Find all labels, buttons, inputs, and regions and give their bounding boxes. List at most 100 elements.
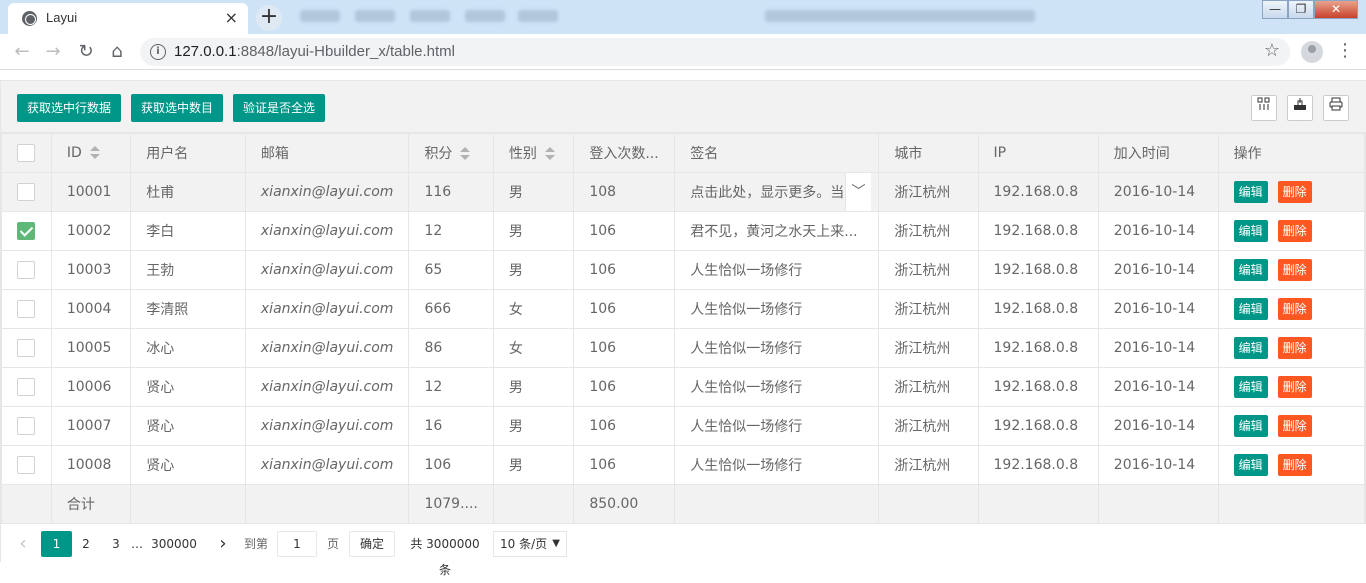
header-checkbox-cell[interactable] bbox=[1, 133, 52, 173]
cell-username: 贤心 bbox=[130, 406, 246, 446]
cell-sex: 女 bbox=[492, 328, 575, 368]
edit-button[interactable]: 编辑 bbox=[1233, 181, 1268, 203]
expand-cell-chevron-icon[interactable]: ﹀ bbox=[845, 173, 871, 211]
sort-icon[interactable] bbox=[89, 146, 100, 160]
table-row[interactable]: 10004 李清照 xianxin@layui.com 666 女 106 人生恰似一场修行… bbox=[1, 289, 1366, 329]
row-checkbox-cell[interactable] bbox=[1, 328, 52, 368]
maximize-button[interactable]: ❐ bbox=[1288, 0, 1314, 19]
close-tab-icon[interactable]: × bbox=[225, 8, 238, 27]
sort-icon[interactable] bbox=[460, 147, 471, 161]
get-checked-count-button[interactable]: 获取选中数目 bbox=[131, 94, 224, 122]
row-checkbox-cell[interactable] bbox=[1, 367, 52, 407]
menu-dots-icon[interactable]: ⋮ bbox=[1336, 40, 1354, 62]
table-row[interactable]: 10001 杜甫 xianxin@layui.com 116 男 108 点击此处，显示更多… bbox=[1, 172, 1366, 212]
cell-actions[interactable]: 编辑 删除 bbox=[1217, 289, 1366, 329]
page-size-select[interactable]: 10 条/页 ▼ bbox=[493, 531, 567, 557]
row-checkbox-cell[interactable] bbox=[1, 211, 52, 251]
get-checked-data-button[interactable]: 获取选中行数据 bbox=[17, 94, 122, 122]
cell-id: 10004 bbox=[50, 289, 132, 329]
delete-button[interactable]: 删除 bbox=[1277, 337, 1312, 359]
cell-actions[interactable]: 编辑 删除 bbox=[1217, 172, 1366, 212]
cell-actions[interactable]: 编辑 删除 bbox=[1217, 328, 1366, 368]
row-checkbox[interactable] bbox=[17, 261, 35, 279]
header-score[interactable]: 积分 bbox=[408, 133, 494, 173]
cell-ip: 192.168.0.8 bbox=[977, 406, 1099, 446]
last-page-button[interactable]: 300000 bbox=[147, 531, 201, 557]
export-icon[interactable] bbox=[1287, 95, 1313, 121]
info-icon[interactable]: i bbox=[150, 44, 166, 60]
table-row[interactable]: 10006 贤心 xianxin@layui.com 12 男 106 人生恰似一场修行 浙江… bbox=[1, 367, 1366, 407]
header-id[interactable]: ID bbox=[50, 133, 132, 173]
edit-button[interactable]: 编辑 bbox=[1233, 220, 1268, 242]
table-row[interactable]: 10007 贤心 xianxin@layui.com 16 男 106 人生恰似一场修行 浙江… bbox=[1, 406, 1366, 446]
filter-columns-icon[interactable] bbox=[1251, 95, 1277, 121]
delete-button[interactable]: 删除 bbox=[1277, 415, 1312, 437]
cell-actions[interactable]: 编辑 删除 bbox=[1217, 250, 1366, 290]
close-window-button[interactable]: ✕ bbox=[1314, 0, 1358, 19]
delete-button[interactable]: 删除 bbox=[1277, 220, 1312, 242]
goto-page-input[interactable]: 1 bbox=[277, 531, 317, 557]
total-empty-cell bbox=[1097, 484, 1219, 524]
delete-button[interactable]: 删除 bbox=[1277, 298, 1312, 320]
table-row[interactable]: 10005 冰心 xianxin@layui.com 86 女 106 人生恰似一场修行 浙江… bbox=[1, 328, 1366, 368]
row-checkbox[interactable] bbox=[17, 222, 35, 240]
row-checkbox[interactable] bbox=[17, 300, 35, 318]
header-sex[interactable]: 性别 bbox=[492, 133, 575, 173]
cell-actions[interactable]: 编辑 删除 bbox=[1217, 445, 1366, 485]
cell-actions[interactable]: 编辑 删除 bbox=[1217, 406, 1366, 446]
row-checkbox[interactable] bbox=[17, 417, 35, 435]
caret-down-icon: ▼ bbox=[552, 538, 560, 549]
edit-button[interactable]: 编辑 bbox=[1233, 298, 1268, 320]
cell-actions[interactable]: 编辑 删除 bbox=[1217, 211, 1366, 251]
check-all-button[interactable]: 验证是否全选 bbox=[233, 94, 326, 122]
cell-actions[interactable]: 编辑 删除 bbox=[1217, 367, 1366, 407]
page-2-button[interactable]: 2 bbox=[75, 531, 97, 557]
page-3-button[interactable]: 3 bbox=[105, 531, 127, 557]
table-row[interactable]: 10002 李白 xianxin@layui.com 12 男 106 君不见，黄河之水天上… bbox=[1, 211, 1366, 251]
delete-button[interactable]: 删除 bbox=[1277, 454, 1312, 476]
new-tab-button[interactable]: + bbox=[256, 5, 282, 31]
page-1-button[interactable]: 1 bbox=[41, 531, 72, 557]
total-empty-cell bbox=[492, 484, 575, 524]
sort-icon[interactable] bbox=[544, 147, 555, 161]
table-row[interactable]: 10008 贤心 xianxin@layui.com 106 男 106 人生恰似一场修行浙… bbox=[1, 445, 1366, 485]
edit-button[interactable]: 编辑 bbox=[1233, 259, 1268, 281]
page-label: 页 bbox=[326, 537, 339, 551]
select-all-checkbox[interactable] bbox=[17, 144, 35, 162]
browser-tab[interactable]: Layui × bbox=[8, 3, 248, 34]
data-table: ID 用户名 邮箱 积分 性别 登入次数... 签名 城市 IP 加入时间 操作… bbox=[1, 133, 1366, 524]
cell-logins: 108 bbox=[573, 172, 676, 212]
pagination-ellipsis: … bbox=[131, 537, 143, 551]
back-arrow-icon[interactable]: ← bbox=[9, 39, 35, 65]
cell-logins: 106 bbox=[573, 328, 676, 368]
edit-button[interactable]: 编辑 bbox=[1233, 454, 1268, 476]
goto-confirm-button[interactable]: 确定 bbox=[349, 531, 396, 557]
minimize-button[interactable]: — bbox=[1262, 0, 1288, 19]
row-checkbox-cell[interactable] bbox=[1, 289, 52, 329]
edit-button[interactable]: 编辑 bbox=[1233, 376, 1268, 398]
print-icon[interactable] bbox=[1323, 95, 1349, 121]
row-checkbox-cell[interactable] bbox=[1, 172, 52, 212]
cell-city: 浙江杭州 bbox=[878, 289, 979, 329]
profile-avatar-icon[interactable] bbox=[1301, 41, 1323, 63]
edit-button[interactable]: 编辑 bbox=[1233, 415, 1268, 437]
delete-button[interactable]: 删除 bbox=[1277, 181, 1312, 203]
edit-button[interactable]: 编辑 bbox=[1233, 337, 1268, 359]
row-checkbox[interactable] bbox=[17, 378, 35, 396]
row-checkbox[interactable] bbox=[17, 183, 35, 201]
address-bar[interactable]: i 127.0.0.1:8848/layui-Hbuilder_x/table.… bbox=[140, 38, 1290, 66]
row-checkbox[interactable] bbox=[17, 339, 35, 357]
table-row[interactable]: 10003 王勃 xianxin@layui.com 65 男 106 人生恰似一场修行 浙江… bbox=[1, 250, 1366, 290]
forward-arrow-icon[interactable]: → bbox=[40, 39, 66, 65]
delete-button[interactable]: 删除 bbox=[1277, 259, 1312, 281]
row-checkbox[interactable] bbox=[17, 456, 35, 474]
row-checkbox-cell[interactable] bbox=[1, 406, 52, 446]
row-checkbox-cell[interactable] bbox=[1, 445, 52, 485]
bookmark-star-icon[interactable]: ☆ bbox=[1264, 40, 1280, 61]
prev-page-icon[interactable]: ‹ bbox=[13, 531, 33, 557]
reload-icon[interactable]: ↻ bbox=[73, 39, 99, 65]
next-page-icon[interactable]: › bbox=[213, 531, 233, 557]
row-checkbox-cell[interactable] bbox=[1, 250, 52, 290]
delete-button[interactable]: 删除 bbox=[1277, 376, 1312, 398]
home-icon[interactable]: ⌂ bbox=[104, 39, 130, 65]
